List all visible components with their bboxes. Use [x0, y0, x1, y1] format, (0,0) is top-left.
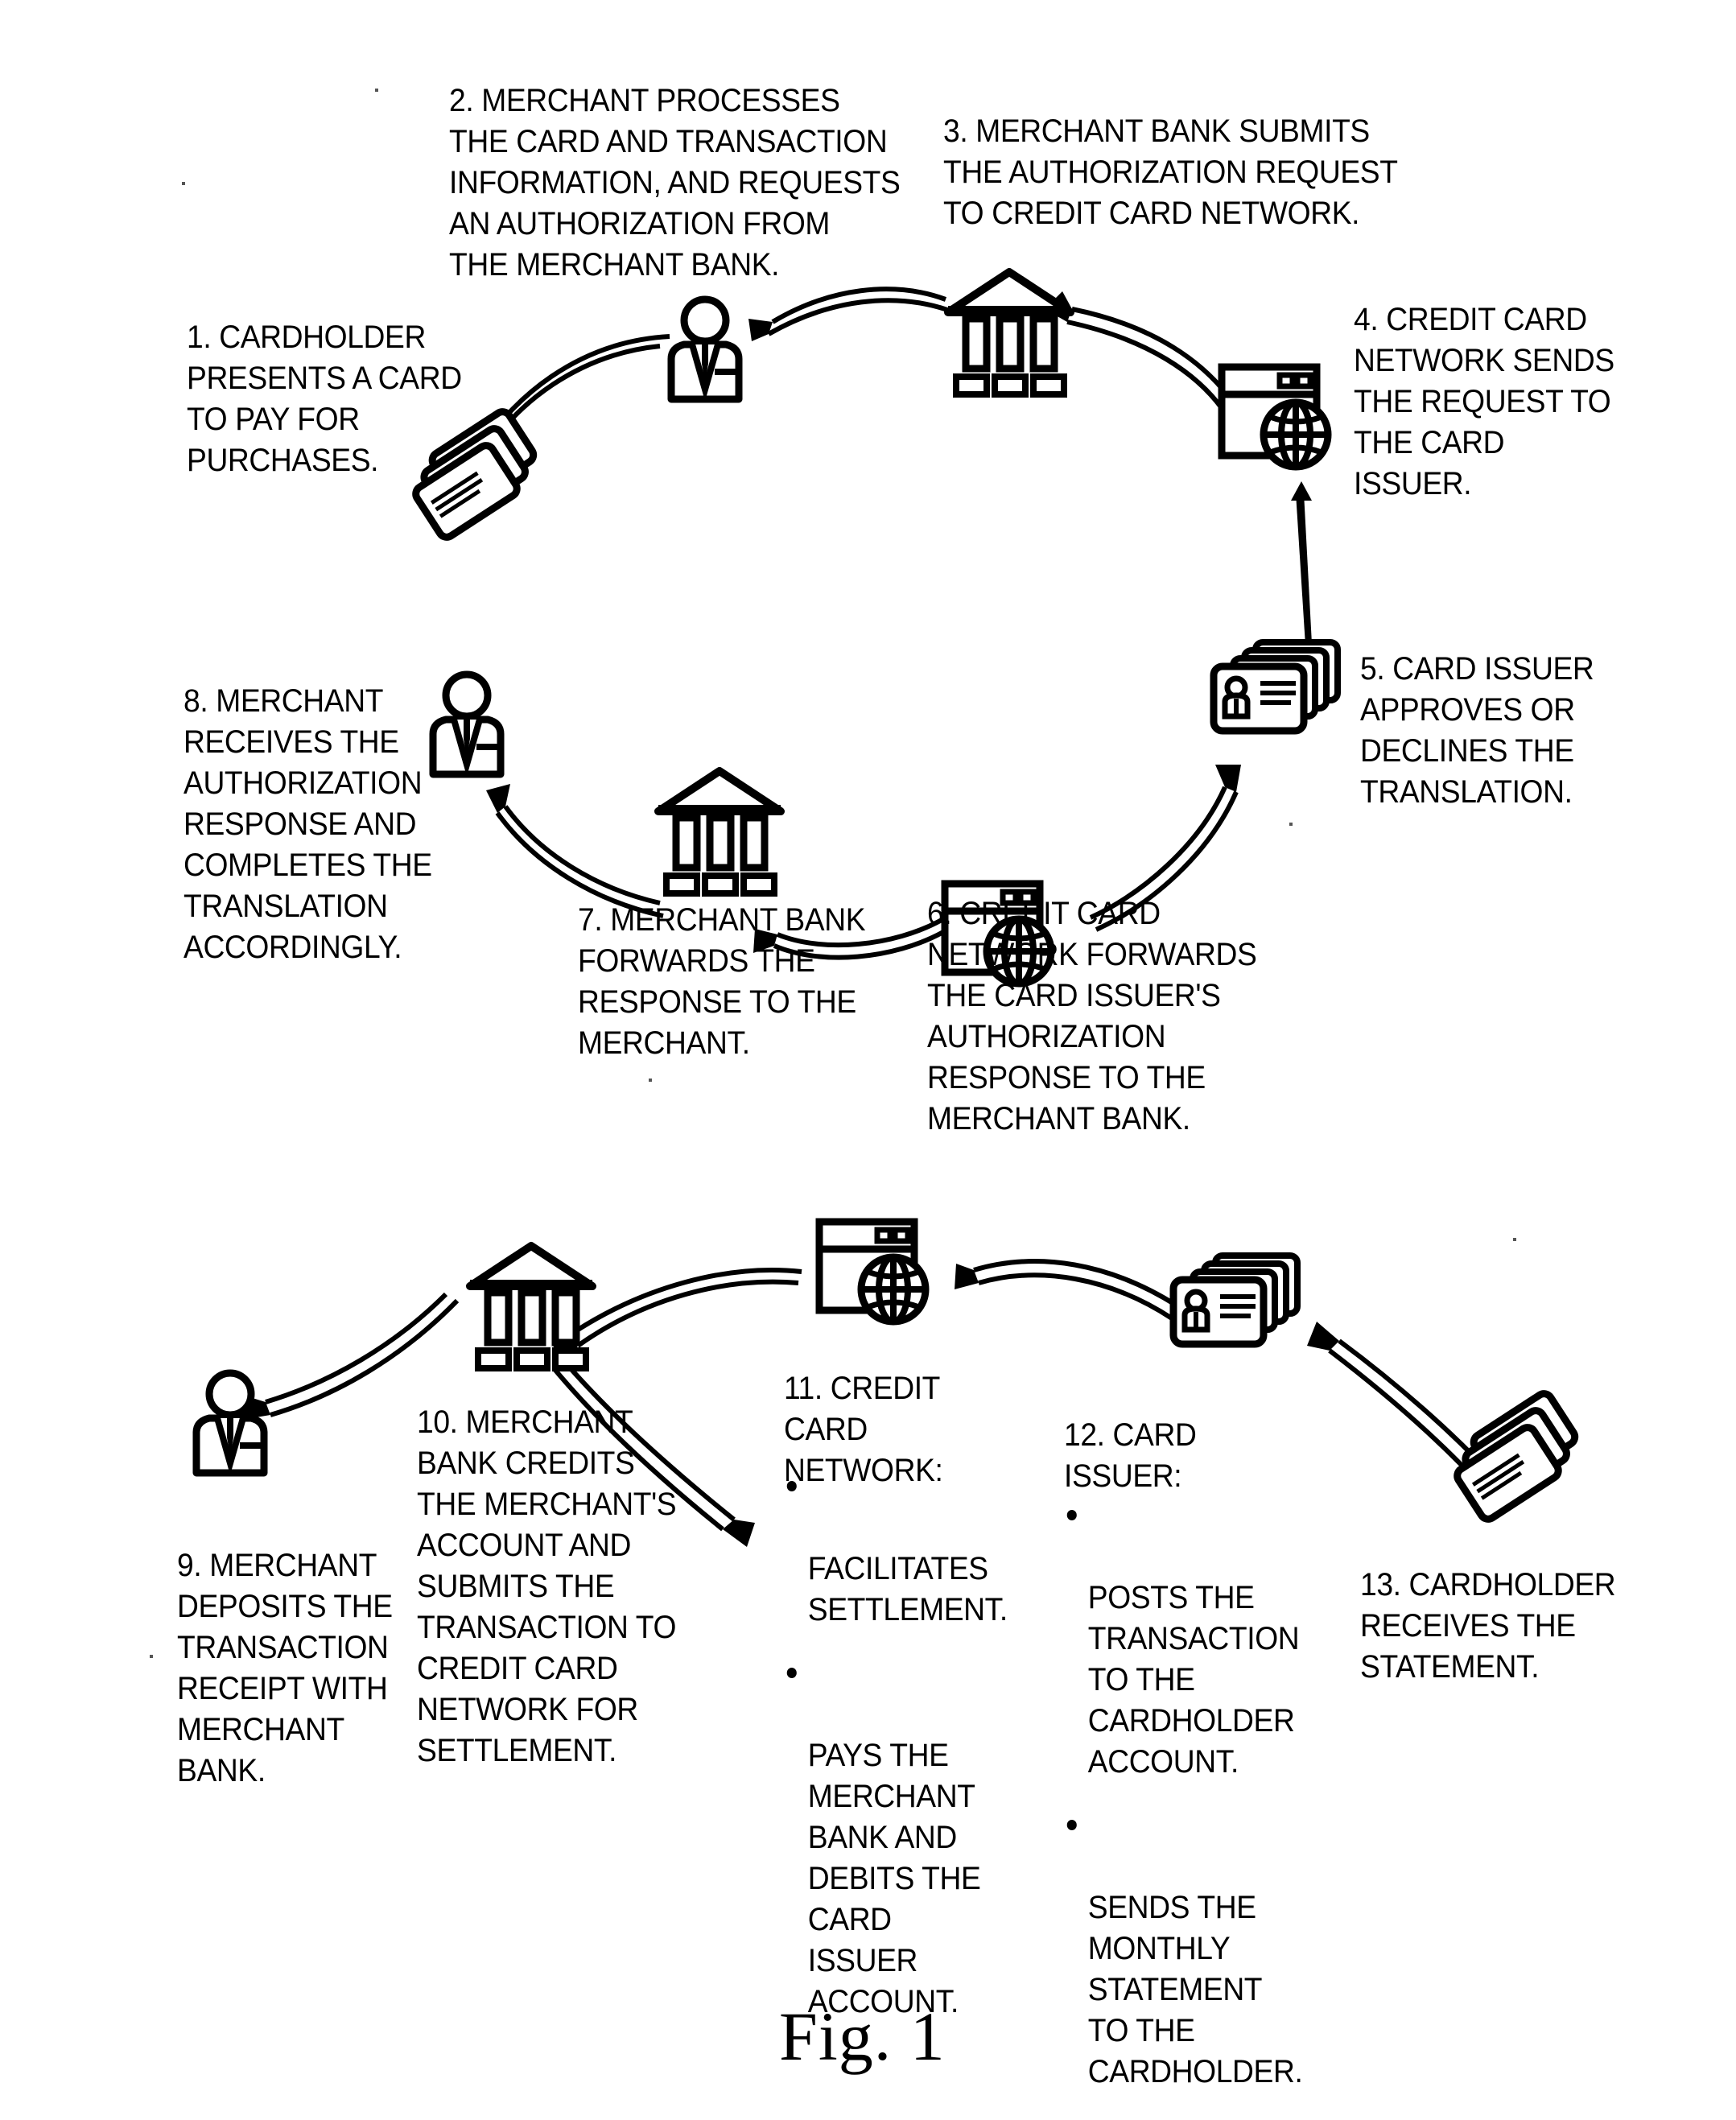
bank-icon [465, 1239, 598, 1371]
step-5-label: 5. CARD ISSUER APPROVES OR DECLINES THE … [1360, 651, 1594, 810]
list-item: POSTS THE TRANSACTION TO THE CARDHOLDER … [1064, 1495, 1300, 1783]
scan-speck [649, 1079, 652, 1082]
step-2-label: 2. MERCHANT PROCESSES THE CARD AND TRANS… [449, 83, 901, 283]
arrow-merchant-to-merchantbank [748, 287, 950, 341]
scan-speck [1513, 1238, 1516, 1241]
merchant-person-icon [657, 295, 753, 407]
step-6-label: 6. CREDIT CARD NETWORK FORWARDS THE CARD… [927, 896, 1257, 1136]
scan-speck [182, 182, 185, 185]
step-8-label: 8. MERCHANT RECEIVES THE AUTHORIZATION R… [183, 683, 432, 965]
step-7-label: 7. MERCHANT BANK FORWARDS THE RESPONSE T… [578, 902, 866, 1061]
step-1-label: 1. CARDHOLDER PRESENTS A CARD TO PAY FOR… [187, 320, 462, 478]
bank-icon [943, 266, 1076, 398]
bullet-text: POSTS THE TRANSACTION TO THE CARDHOLDER … [1087, 1580, 1300, 1780]
step-4-label: 4. CREDIT CARD NETWORK SENDS THE REQUEST… [1354, 302, 1614, 501]
card-issuer-icon [1169, 1249, 1313, 1366]
network-globe-icon [814, 1215, 947, 1336]
scan-speck [150, 1655, 153, 1658]
scan-speck [375, 89, 378, 92]
list-item: FACILITATES SETTLEMENT. [784, 1466, 1008, 1631]
step-11-bullets: FACILITATES SETTLEMENT. PAYS THE MERCHAN… [784, 1466, 1008, 2045]
bullet-text: PAYS THE MERCHANT BANK AND DEBITS THE CA… [807, 1738, 981, 2019]
step-9-label: 9. MERCHANT DEPOSITS THE TRANSACTION REC… [177, 1548, 393, 1788]
step-12-bullets: POSTS THE TRANSACTION TO THE CARDHOLDER … [1064, 1495, 1303, 2115]
bullet-dot [786, 1481, 797, 1491]
step-10-label: 10. MERCHANT BANK CREDITS THE MERCHANT'S… [417, 1404, 677, 1768]
figure-root: 1. CARDHOLDER PRESENTS A CARD TO PAY FOR… [0, 0, 1736, 2120]
bullet-dot [786, 1668, 797, 1678]
arrow-network-to-cardissuer [1291, 481, 1312, 645]
credit-cards-icon [1441, 1390, 1594, 1533]
card-issuer-icon [1209, 636, 1354, 753]
list-item: PAYS THE MERCHANT BANK AND DEBITS THE CA… [784, 1653, 1008, 2023]
bullet-text: SENDS THE MONTHLY STATEMENT TO THE CARDH… [1087, 1890, 1303, 2089]
step-12-heading: 12. CARD ISSUER: [1064, 1417, 1197, 1494]
scan-speck [1289, 823, 1293, 826]
step-3-label: 3. MERCHANT BANK SUBMITS THE AUTHORIZATI… [943, 113, 1398, 231]
list-item: SENDS THE MONTHLY STATEMENT TO THE CARDH… [1064, 1805, 1303, 2093]
bullet-dot [1066, 1510, 1077, 1520]
arrow-merchantbank-to-merchant [486, 784, 664, 918]
bullet-text: FACILITATES SETTLEMENT. [807, 1551, 1008, 1627]
figure-caption: Fig. 1 [779, 1998, 946, 2075]
merchant-person-icon [182, 1368, 278, 1481]
arrow-cardissuer-to-network-settlement [955, 1259, 1178, 1321]
bullet-dot [1066, 1820, 1077, 1830]
network-globe-icon [1217, 361, 1350, 481]
bank-icon [654, 765, 786, 897]
step-13-label: 13. CARDHOLDER RECEIVES THE STATEMENT. [1360, 1567, 1616, 1685]
